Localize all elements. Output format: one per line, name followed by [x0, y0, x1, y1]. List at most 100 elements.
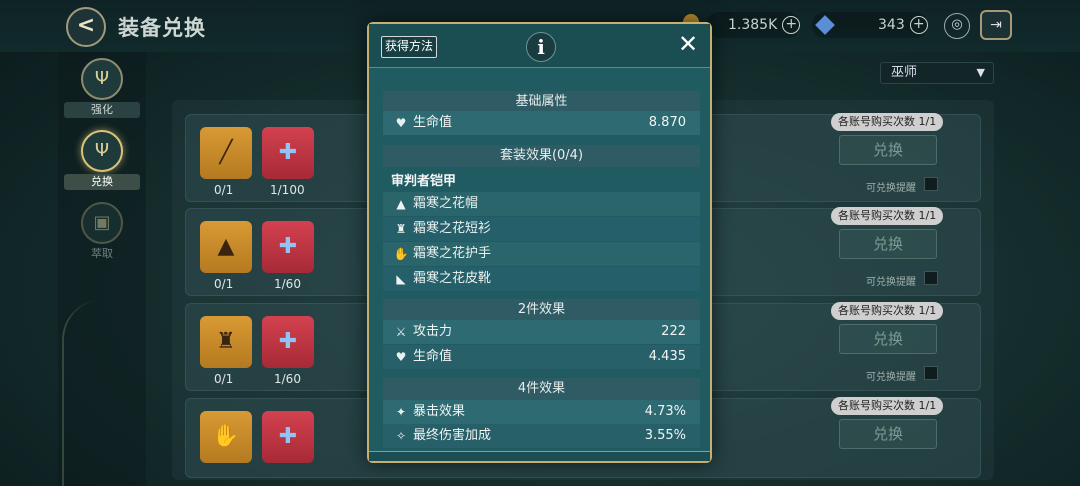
sidebar-item-label: 萃取 [91, 247, 113, 260]
chevron-down-icon: ▼ [976, 66, 985, 79]
exchange-button[interactable]: 兑换 [839, 135, 937, 165]
stat-name: 最终伤害加成 [413, 428, 492, 443]
boots-icon: ◣ [396, 272, 406, 286]
set-piece: ✋ 霜寒之花护手 [383, 242, 700, 266]
modal-footer [369, 451, 710, 461]
gold-currency: 1.385K + [706, 12, 801, 38]
sidebar-item-label: 强化 [64, 102, 140, 118]
back-button[interactable]: < [66, 7, 106, 47]
item-count: 0/1 [214, 277, 234, 291]
set-effect-header: 套装效果(0/4) [383, 145, 700, 167]
remind-checkbox[interactable] [924, 271, 938, 285]
add-gold-button[interactable]: + [782, 16, 801, 34]
modal-header: 获得方法 i ✕ [369, 24, 710, 68]
armor-item-slot[interactable]: ♜ [200, 316, 252, 368]
robe-icon: ♜ [395, 222, 407, 236]
exchange-button[interactable]: 兑换 [839, 324, 937, 354]
puzzle-piece-icon: ✚ [278, 424, 298, 449]
stat-value: 4.435 [648, 349, 686, 364]
trident-icon: Ψ [81, 130, 123, 172]
weapon-item-slot[interactable]: ╱ [200, 127, 252, 179]
info-icon: i [526, 32, 556, 62]
puzzle-piece-icon: ✚ [278, 140, 298, 165]
exchange-button[interactable]: 兑换 [839, 229, 937, 259]
heart-icon: ♥ [395, 350, 407, 364]
material-count: 1/100 [270, 183, 305, 197]
robe-icon: ♜ [216, 329, 236, 354]
stat-row: ⚔ 攻击力 222 [383, 320, 700, 344]
sidebar-item-exchange[interactable]: Ψ 兑换 [64, 130, 140, 190]
remind-checkbox[interactable] [924, 177, 938, 191]
stat-row: ♥ 生命值 8.870 [383, 111, 700, 135]
gauntlet-icon: ✋ [212, 424, 240, 449]
final-damage-icon: ✧ [395, 429, 407, 443]
page-title: 装备兑换 [118, 16, 206, 40]
stat-name: 生命值 [413, 349, 453, 364]
material-item-slot[interactable]: ✚ [262, 411, 314, 463]
stat-row: ♥ 生命值 4.435 [383, 345, 700, 369]
stat-value: 4.73% [644, 404, 686, 419]
purchase-limit-badge: 各账号购买次数 1/1 [831, 113, 944, 131]
close-icon[interactable]: ✕ [678, 30, 698, 58]
item-count: 0/1 [214, 183, 234, 197]
basic-attributes-header: 基础属性 [383, 91, 700, 113]
gloves-item-slot[interactable]: ✋ [200, 411, 252, 463]
crit-icon: ✦ [395, 405, 407, 419]
exchange-button[interactable]: 兑换 [839, 419, 937, 449]
set-piece-name: 霜寒之花短衫 [413, 221, 492, 236]
vine-decoration [62, 300, 112, 486]
set-piece-name: 霜寒之花护手 [413, 246, 492, 261]
stat-row: ✦ 暴击效果 4.73% [383, 400, 700, 424]
stat-name: 攻击力 [413, 324, 453, 339]
purchase-limit-badge: 各账号购买次数 1/1 [831, 302, 944, 320]
sidebar-item-extract[interactable]: ▣ 萃取 [64, 202, 140, 262]
hat-icon: ▲ [396, 197, 406, 211]
sidebar-item-label: 兑换 [64, 174, 140, 190]
set-piece-name: 霜寒之花帽 [413, 196, 479, 211]
gem-currency: 343 + [812, 12, 928, 38]
remind-label: 可兑换提醒 [866, 277, 916, 288]
set-piece: ◣ 霜寒之花皮靴 [383, 267, 700, 291]
two-piece-effect-header: 2件效果 [383, 299, 700, 321]
item-info-modal: 获得方法 i ✕ 基础属性 ♥ 生命值 8.870 套装效果(0/4) 审判者铠… [367, 22, 712, 463]
gold-amount: 1.385K [728, 17, 778, 33]
settings-icon[interactable]: ◎ [944, 13, 970, 39]
obtain-method-button[interactable]: 获得方法 [381, 36, 438, 58]
sidebar-item-enhance[interactable]: Ψ 强化 [64, 58, 140, 118]
trident-icon: Ψ [81, 58, 123, 100]
stat-row: ✧ 最终伤害加成 3.55% [383, 424, 700, 448]
set-name: 审判者铠甲 [391, 174, 457, 189]
exit-icon[interactable]: ⇥ [980, 10, 1012, 40]
hat-item-slot[interactable]: ▲ [200, 221, 252, 273]
material-item-slot[interactable]: ✚ [262, 316, 314, 368]
four-piece-effect-header: 4件效果 [383, 378, 700, 400]
gauntlet-icon: ✋ [393, 247, 409, 261]
class-dropdown-value: 巫师 [891, 65, 918, 80]
crossed-swords-icon: ⚔ [395, 325, 407, 339]
purchase-limit-badge: 各账号购买次数 1/1 [831, 397, 944, 415]
stat-value: 222 [661, 324, 686, 339]
remind-checkbox[interactable] [924, 366, 938, 380]
lock-icon: ▣ [81, 202, 123, 244]
staff-icon: ╱ [219, 140, 233, 165]
stat-name: 生命值 [413, 115, 453, 130]
set-piece: ▲ 霜寒之花帽 [383, 192, 700, 216]
class-dropdown[interactable]: 巫师 ▼ [880, 62, 994, 84]
gem-amount: 343 [878, 17, 905, 33]
heart-icon: ♥ [395, 116, 407, 130]
stat-value: 3.55% [644, 428, 686, 443]
gem-icon [815, 15, 835, 35]
material-count: 1/60 [274, 372, 301, 386]
material-item-slot[interactable]: ✚ [262, 127, 314, 179]
stat-name: 暴击效果 [413, 404, 466, 419]
remind-label: 可兑换提醒 [866, 372, 916, 383]
remind-label: 可兑换提醒 [866, 183, 916, 194]
material-count: 1/60 [274, 277, 301, 291]
puzzle-piece-icon: ✚ [278, 234, 298, 259]
add-gem-button[interactable]: + [909, 16, 928, 34]
puzzle-piece-icon: ✚ [278, 329, 298, 354]
set-piece-name: 霜寒之花皮靴 [413, 271, 492, 286]
material-item-slot[interactable]: ✚ [262, 221, 314, 273]
set-piece: ♜ 霜寒之花短衫 [383, 217, 700, 241]
stat-value: 8.870 [648, 115, 686, 130]
